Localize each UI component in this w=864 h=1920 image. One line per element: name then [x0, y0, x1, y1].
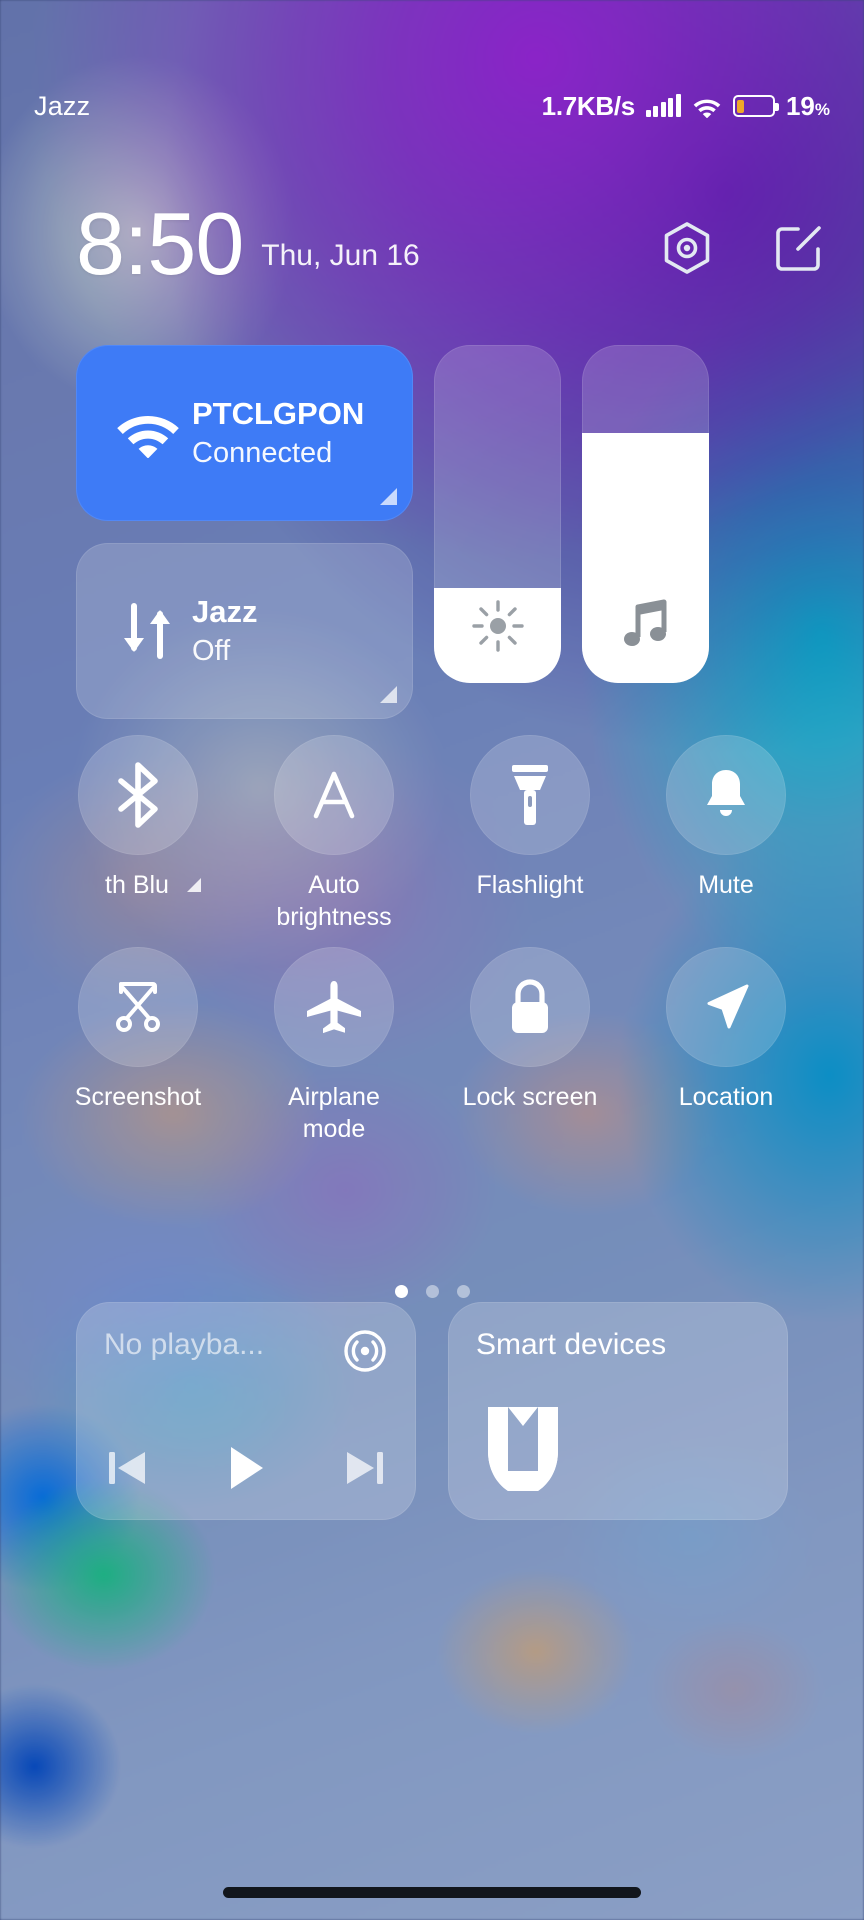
previous-track-button[interactable] [104, 1447, 150, 1494]
flashlight-button[interactable] [470, 735, 590, 855]
toggle-lock-screen[interactable]: Lock screen [432, 947, 628, 1145]
padlock-icon [512, 979, 548, 1033]
media-title-label: No playba... [104, 1328, 265, 1361]
toggle-label: Location [678, 1083, 774, 1111]
header-action-icons [662, 221, 824, 275]
data-transfer-icon [110, 602, 186, 660]
play-button[interactable] [223, 1443, 269, 1498]
page-dot-1[interactable] [394, 1285, 408, 1298]
signal-strength-icon [645, 94, 681, 117]
media-player-card[interactable]: No playba... [76, 1302, 416, 1520]
wifi-icon [693, 99, 721, 118]
bluetooth-icon [118, 762, 158, 828]
flashlight-icon [512, 765, 548, 825]
toggle-airplane-mode[interactable]: Airplane mode [236, 947, 432, 1145]
battery-percent-label: 19% [785, 90, 830, 121]
smart-devices-card[interactable]: Smart devices [448, 1302, 788, 1520]
settings-gear-icon[interactable] [662, 221, 712, 275]
toggle-row-1: th Blu Auto brightness Flashlight Mute [40, 735, 824, 933]
toggle-label: Auto brightness [276, 871, 392, 931]
clock-date[interactable]: Thu, Jun 16 [261, 239, 419, 273]
bluetooth-expand-corner-icon[interactable] [186, 878, 201, 892]
toggle-label: Flashlight [476, 871, 584, 899]
wifi-tile-text: PTCLGPON Connected [192, 396, 364, 470]
page-indicator [0, 1285, 864, 1298]
toggle-label: th Blu [58, 869, 218, 901]
bluetooth-label: th Blu [105, 871, 169, 899]
toggle-mute[interactable]: Mute [628, 735, 824, 933]
music-note-icon [582, 599, 709, 653]
top-tiles-row: PTCLGPON Connected Jazz Off [76, 345, 788, 719]
bluetooth-label-marquee: th Blu [58, 869, 248, 901]
header-row: 8:50 Thu, Jun 16 [0, 185, 864, 288]
screenshot-button[interactable] [78, 947, 198, 1067]
scissors-icon [116, 982, 160, 1032]
wifi-icon [110, 408, 186, 458]
toggle-label: Screenshot [74, 1083, 202, 1111]
mobile-data-tile-text: Jazz Off [192, 594, 257, 668]
network-speed-label: 1.7KB/s [541, 90, 636, 121]
wifi-ssid-label: PTCLGPON [192, 396, 365, 431]
location-button[interactable] [666, 947, 786, 1067]
carrier-label: Jazz [34, 90, 91, 121]
toggle-screenshot[interactable]: Screenshot [40, 947, 236, 1145]
auto-brightness-button[interactable] [274, 735, 394, 855]
mobile-data-tile[interactable]: Jazz Off [76, 543, 413, 719]
battery-icon [732, 95, 779, 117]
page-dot-2[interactable] [425, 1285, 439, 1298]
airplane-mode-button[interactable] [274, 947, 394, 1067]
mute-button[interactable] [666, 735, 786, 855]
bluetooth-button[interactable] [78, 735, 198, 855]
toggle-grid: th Blu Auto brightness Flashlight Mute S… [40, 735, 824, 1145]
wifi-tile[interactable]: PTCLGPON Connected [76, 345, 413, 521]
bell-icon [707, 770, 745, 816]
status-bar-indicators: 1.7KB/s 19% [542, 29, 830, 122]
toggle-label: Mute [698, 871, 754, 899]
toggle-label: Airplane mode [288, 1083, 380, 1143]
clock-time[interactable]: 8:50 [76, 200, 244, 288]
toggle-location[interactable]: Location [628, 947, 824, 1145]
mobile-data-name-label: Jazz [192, 594, 258, 629]
connectivity-tiles-column: PTCLGPON Connected Jazz Off [76, 345, 413, 719]
sun-icon [434, 599, 561, 653]
home-indicator-bar[interactable] [223, 1887, 641, 1898]
bottom-cards-row: No playba... Smart devices [76, 1302, 788, 1520]
toggle-flashlight[interactable]: Flashlight [432, 735, 628, 933]
toggle-row-2: Screenshot Airplane mode Lock screen Loc… [40, 947, 824, 1145]
wifi-expand-corner-icon[interactable] [380, 488, 397, 505]
next-track-button[interactable] [342, 1447, 388, 1494]
location-arrow-icon [707, 984, 749, 1029]
volume-slider[interactable] [582, 345, 709, 683]
toggle-auto-brightness[interactable]: Auto brightness [236, 735, 432, 933]
mobile-data-expand-corner-icon[interactable] [380, 686, 397, 703]
cast-icon[interactable] [342, 1328, 388, 1379]
auto-brightness-a-icon [313, 771, 355, 819]
toggle-bluetooth[interactable]: th Blu [40, 735, 236, 933]
control-center-screen: Jazz 1.7KB/s 19% 8:50 Thu, Jun 16 PTCLGP… [0, 0, 864, 1920]
page-dot-3[interactable] [456, 1285, 470, 1298]
wifi-status-label: Connected [192, 437, 333, 469]
media-card-header: No playba... [104, 1328, 388, 1379]
mi-home-logo [482, 1403, 564, 1500]
smart-devices-title-label: Smart devices [476, 1328, 667, 1361]
media-controls [104, 1443, 388, 1498]
status-bar: Jazz 1.7KB/s 19% [0, 0, 864, 150]
lock-screen-button[interactable] [470, 947, 590, 1067]
brightness-slider[interactable] [434, 345, 561, 683]
mobile-data-status-label: Off [192, 635, 231, 667]
quick-tiles-section: PTCLGPON Connected Jazz Off [76, 345, 788, 719]
toggle-label: Lock screen [462, 1083, 598, 1111]
edit-pencil-icon[interactable] [774, 223, 824, 273]
airplane-icon [307, 981, 361, 1034]
